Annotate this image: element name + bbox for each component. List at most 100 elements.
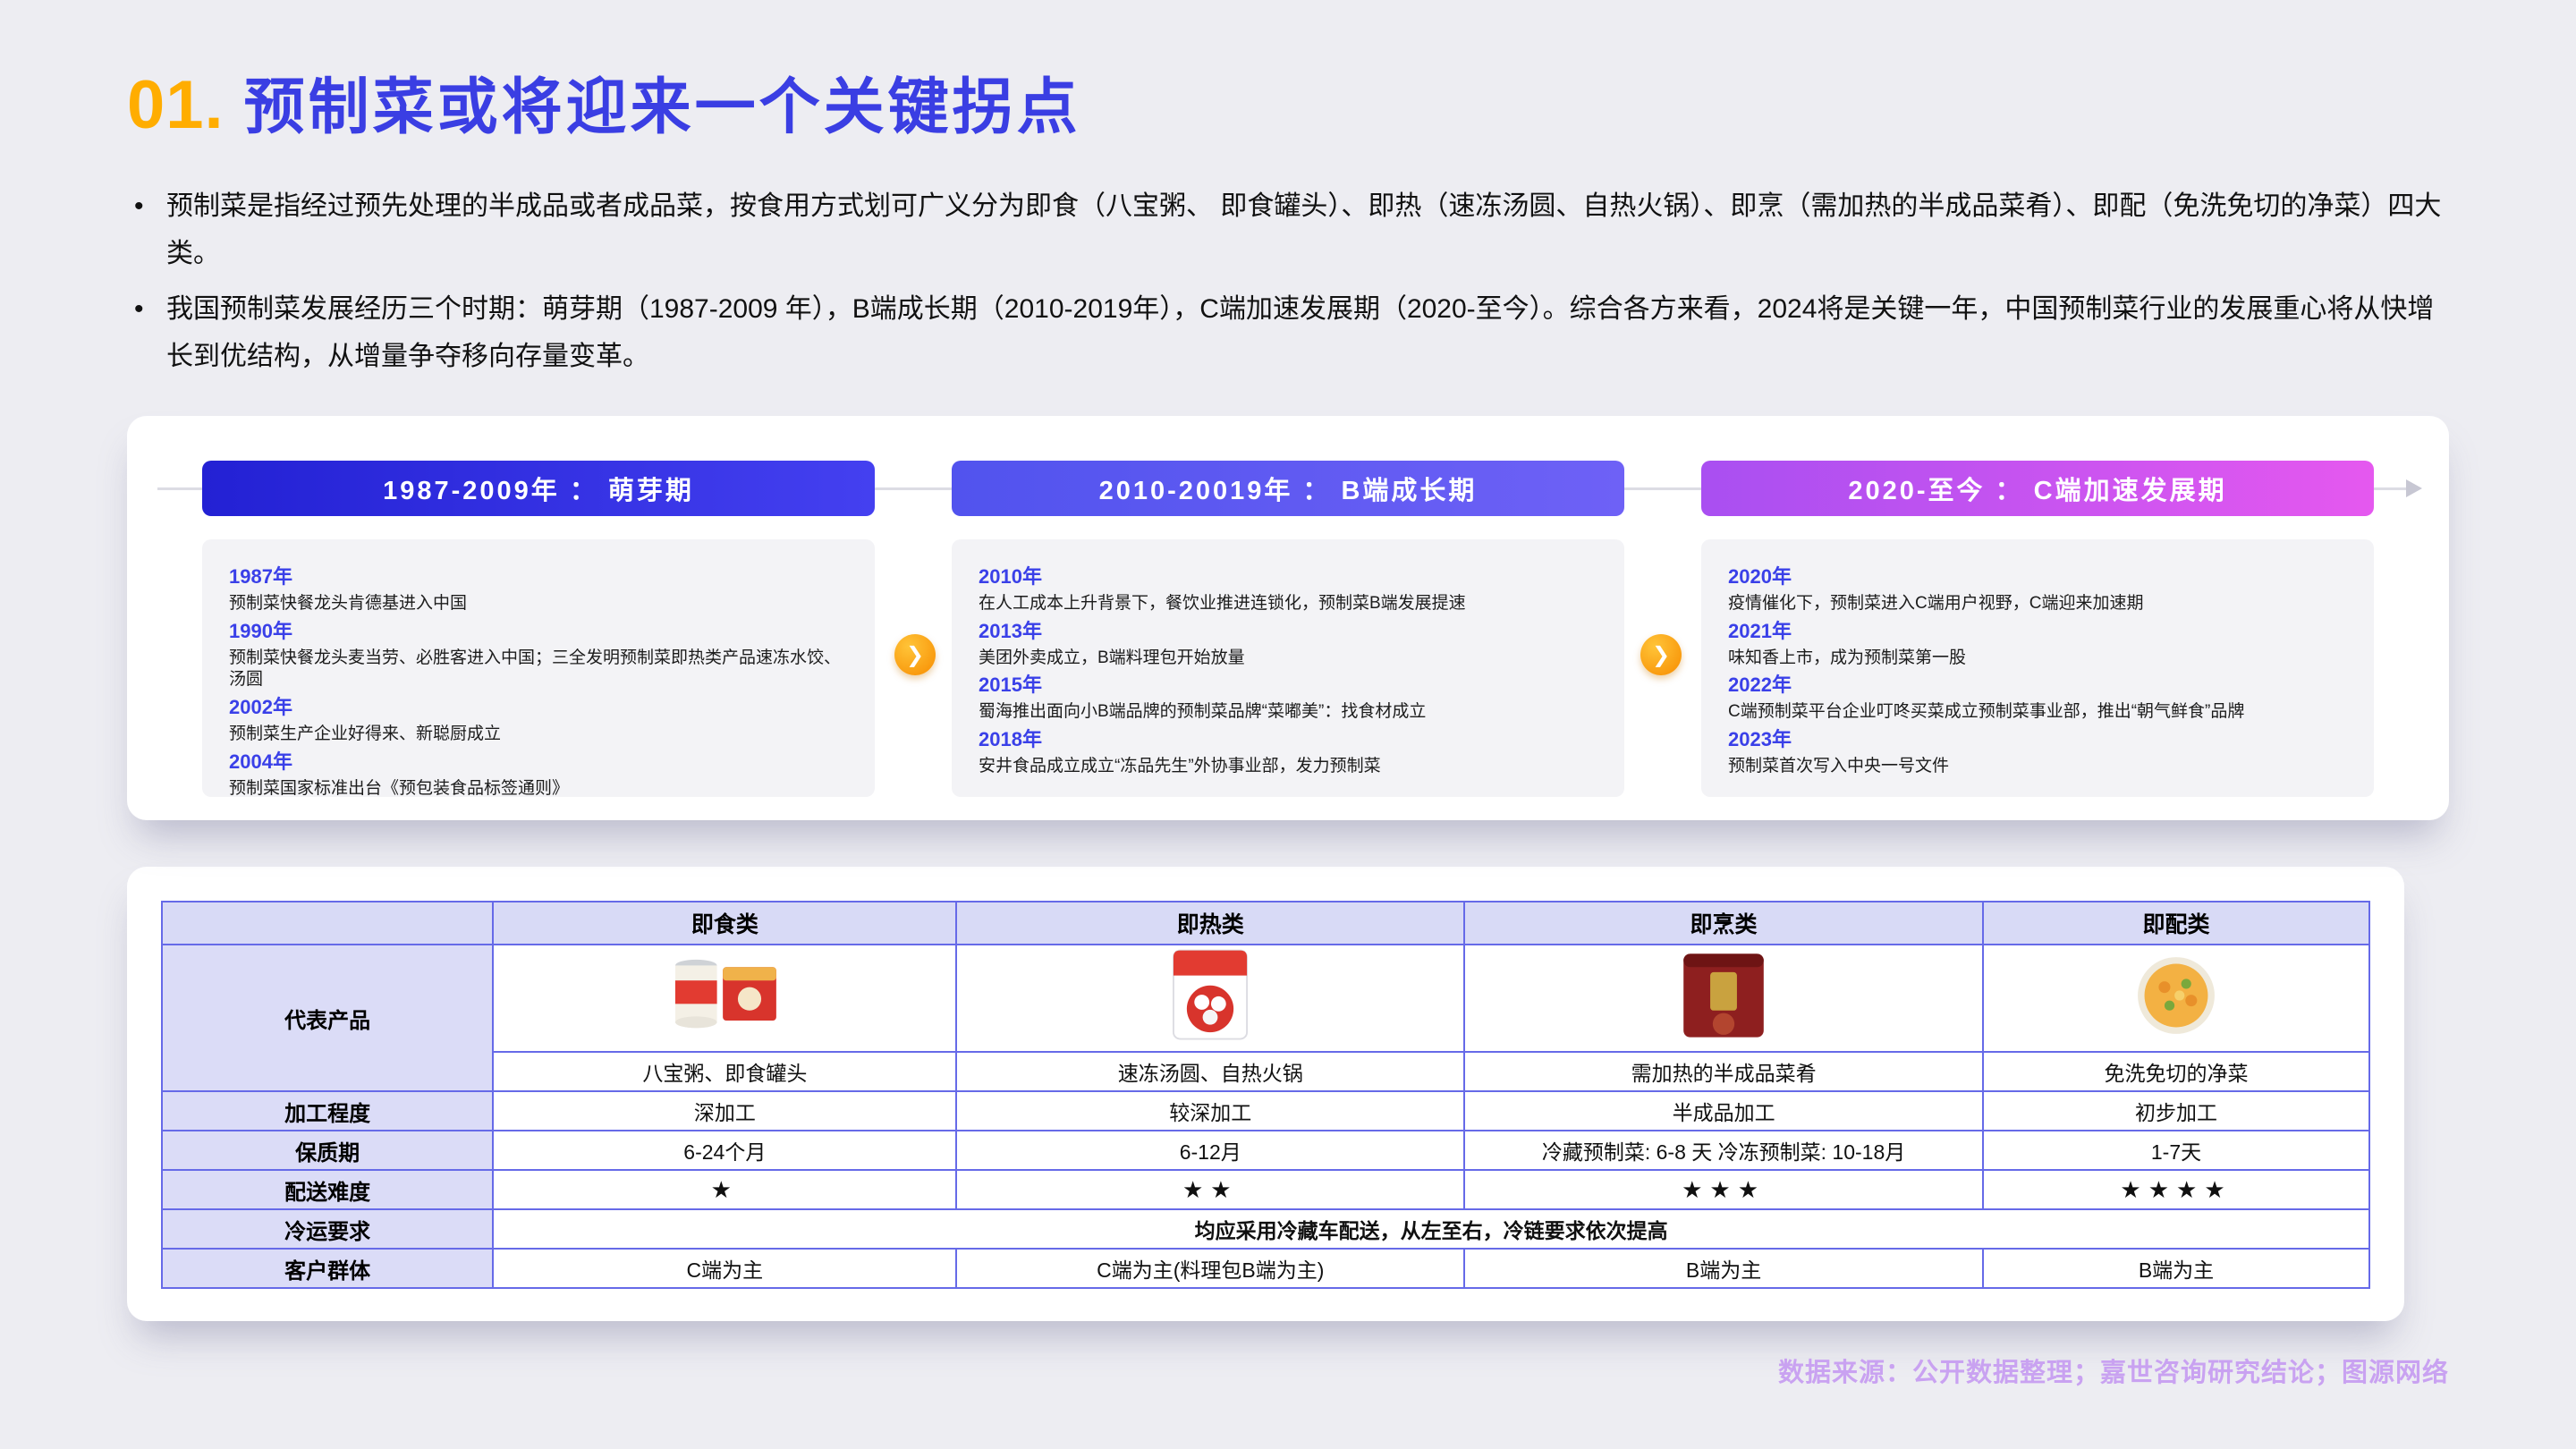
table-row-customers: 客户群体 C端为主 C端为主(料理包B端为主) B端为主 B端为主 <box>162 1249 2369 1288</box>
timeline-card: 1987-2009年 ： 萌芽期 1987年 预制菜快餐龙头肯德基进入中国 19… <box>127 416 2449 820</box>
event-year: 2002年 <box>229 691 848 720</box>
table-row-products: 代表产品 <box>162 945 2369 1052</box>
event-year: 2010年 <box>979 561 1597 589</box>
product-name: 速冻汤圆、自热火锅 <box>956 1052 1464 1091</box>
event-desc: 美团外卖成立，B端料理包开始放量 <box>979 648 1597 670</box>
table-row-delivery: 配送难度 ★ ★★ ★★★ ★★★★ <box>162 1170 2369 1209</box>
timeline-event: 2004年 预制菜国家标准出台《预包装食品标签通则》 <box>229 746 848 801</box>
phase-b-growth: 2010-20019年 ： B端成长期 2010年 在人工成本上升背景下，餐饮业… <box>952 461 1624 797</box>
timeline-event: 1990年 预制菜快餐龙头麦当劳、必胜客进入中国；三全发明预制菜即热类产品速冻水… <box>229 615 848 691</box>
event-year: 2004年 <box>229 746 848 775</box>
title-text: 预制菜或将迎来一个关键拐点 <box>244 57 1081 146</box>
delivery-stars: ★★★★ <box>1983 1170 2369 1209</box>
event-desc: 预制菜快餐龙头肯德基进入中国 <box>229 593 848 615</box>
phase-arrow-icon: ❯ <box>1640 634 1682 675</box>
timeline-event: 2015年 蜀海推出面向小B端品牌的预制菜品牌“菜嘟美”：找食材成立 <box>979 669 1597 724</box>
bullet-item: 我国预制菜发展经历三个时期：萌芽期（1987-2009 年），B端成长期（201… <box>127 286 2449 380</box>
slide: 01. 预制菜或将迎来一个关键拐点 预制菜是指经过预先处理的半成品或者成品菜，按… <box>0 0 2576 1449</box>
timeline-event: 2020年 疫情催化下，预制菜进入C端用户视野，C端迎来加速期 <box>1728 561 2347 615</box>
column-header: 即烹类 <box>1464 902 1983 945</box>
timeline-event: 2022年 C端预制菜平台企业叮咚买菜成立预制菜事业部，推出“朝气鲜食”品牌 <box>1728 669 2347 724</box>
timeline-event: 2021年 味知香上市，成为预制菜第一股 <box>1728 615 2347 670</box>
intro-bullets: 预制菜是指经过预先处理的半成品或者成品菜，按食用方式划可广义分为即食（八宝粥、 … <box>127 183 2449 380</box>
title-number: 01. <box>127 66 225 144</box>
event-desc: 预制菜快餐龙头麦当劳、必胜客进入中国；三全发明预制菜即热类产品速冻水饺、汤圆 <box>229 648 848 691</box>
data-source-note: 数据来源：公开数据整理；嘉世咨询研究结论；图源网络 <box>127 1352 2449 1389</box>
event-year: 2013年 <box>979 615 1597 644</box>
shelf-life-value: 冷藏预制菜: 6-8 天 冷冻预制菜: 10-18月 <box>1464 1131 1983 1170</box>
cold-chain-note: 均应采用冷藏车配送，从左至右，冷链要求依次提高 <box>493 1209 2369 1249</box>
processing-value: 较深加工 <box>956 1091 1464 1131</box>
event-desc: 在人工成本上升背景下，餐饮业推进连锁化，预制菜B端发展提速 <box>979 593 1597 615</box>
table-row-product-names: 八宝粥、即食罐头 速冻汤圆、自热火锅 需加热的半成品菜肴 免洗免切的净菜 <box>162 1052 2369 1091</box>
event-desc: 预制菜首次写入中央一号文件 <box>1728 756 2347 778</box>
table-corner-cell <box>162 902 493 945</box>
category-table-card: 即食类 即热类 即烹类 即配类 代表产品 <box>127 867 2404 1321</box>
event-desc: 味知香上市，成为预制菜第一股 <box>1728 648 2347 670</box>
event-desc: 疫情催化下，预制菜进入C端用户视野，C端迎来加速期 <box>1728 593 2347 615</box>
timeline-event: 2023年 预制菜首次写入中央一号文件 <box>1728 724 2347 778</box>
timeline-event: 1987年 预制菜快餐龙头肯德基进入中国 <box>229 561 848 615</box>
delivery-stars: ★★ <box>956 1170 1464 1209</box>
phase-sprout: 1987-2009年 ： 萌芽期 1987年 预制菜快餐龙头肯德基进入中国 19… <box>202 461 875 797</box>
event-desc: 蜀海推出面向小B端品牌的预制菜品牌“菜嘟美”：找食材成立 <box>979 701 1597 724</box>
column-header: 即食类 <box>493 902 956 945</box>
event-year: 2015年 <box>979 669 1597 698</box>
fresh-cut-vegetables-image <box>2105 945 2248 1046</box>
row-label: 保质期 <box>162 1131 493 1170</box>
category-table: 即食类 即热类 即烹类 即配类 代表产品 <box>161 901 2370 1289</box>
table-header-row: 即食类 即热类 即烹类 即配类 <box>162 902 2369 945</box>
frozen-tangyuan-image <box>1139 945 1282 1046</box>
event-year: 2021年 <box>1728 615 2347 644</box>
row-label: 客户群体 <box>162 1249 493 1288</box>
timeline-event: 2010年 在人工成本上升背景下，餐饮业推进连锁化，预制菜B端发展提速 <box>979 561 1597 615</box>
timeline-event: 2002年 预制菜生产企业好得来、新聪厨成立 <box>229 691 848 746</box>
column-header: 即配类 <box>1983 902 2369 945</box>
phase-c-acceleration: 2020-至今 ： C端加速发展期 2020年 疫情催化下，预制菜进入C端用户视… <box>1701 461 2374 797</box>
phase-header: 2010-20019年 ： B端成长期 <box>952 461 1624 516</box>
row-label: 加工程度 <box>162 1091 493 1131</box>
semi-finished-dish-image <box>1652 945 1795 1046</box>
product-image-instant-cook <box>1464 945 1983 1052</box>
product-name: 八宝粥、即食罐头 <box>493 1052 956 1091</box>
delivery-stars: ★★★ <box>1464 1170 1983 1209</box>
product-name: 需加热的半成品菜肴 <box>1464 1052 1983 1091</box>
phase-body: 2010年 在人工成本上升背景下，餐饮业推进连锁化，预制菜B端发展提速 2013… <box>952 539 1624 797</box>
table-row-cold-chain: 冷运要求 均应采用冷藏车配送，从左至右，冷链要求依次提高 <box>162 1209 2369 1249</box>
table-row-shelf-life: 保质期 6-24个月 6-12月 冷藏预制菜: 6-8 天 冷冻预制菜: 10-… <box>162 1131 2369 1170</box>
shelf-life-value: 1-7天 <box>1983 1131 2369 1170</box>
column-header: 即热类 <box>956 902 1464 945</box>
timeline-phases: 1987-2009年 ： 萌芽期 1987年 预制菜快餐龙头肯德基进入中国 19… <box>202 461 2374 797</box>
bullet-item: 预制菜是指经过预先处理的半成品或者成品菜，按食用方式划可广义分为即食（八宝粥、 … <box>127 183 2449 277</box>
customer-value: B端为主 <box>1464 1249 1983 1288</box>
phase-body: 2020年 疫情催化下，预制菜进入C端用户视野，C端迎来加速期 2021年 味知… <box>1701 539 2374 797</box>
product-image-instant-eat <box>493 945 956 1052</box>
event-year: 2022年 <box>1728 669 2347 698</box>
event-desc: 预制菜国家标准出台《预包装食品标签通则》 <box>229 778 848 801</box>
customer-value: B端为主 <box>1983 1249 2369 1288</box>
delivery-stars: ★ <box>493 1170 956 1209</box>
processing-value: 初步加工 <box>1983 1091 2369 1131</box>
event-desc: C端预制菜平台企业叮咚买菜成立预制菜事业部，推出“朝气鲜食”品牌 <box>1728 701 2347 724</box>
event-desc: 预制菜生产企业好得来、新聪厨成立 <box>229 724 848 746</box>
phase-header: 1987-2009年 ： 萌芽期 <box>202 461 875 516</box>
event-year: 1990年 <box>229 615 848 644</box>
event-year: 1987年 <box>229 561 848 589</box>
product-image-instant-prep <box>1983 945 2369 1052</box>
shelf-life-value: 6-12月 <box>956 1131 1464 1170</box>
customer-value: C端为主 <box>493 1249 956 1288</box>
processing-value: 半成品加工 <box>1464 1091 1983 1131</box>
event-year: 2023年 <box>1728 724 2347 752</box>
phase-body: 1987年 预制菜快餐龙头肯德基进入中国 1990年 预制菜快餐龙头麦当劳、必胜… <box>202 539 875 797</box>
customer-value: C端为主(料理包B端为主) <box>956 1249 1464 1288</box>
product-name: 免洗免切的净菜 <box>1983 1052 2369 1091</box>
event-year: 2020年 <box>1728 561 2347 589</box>
row-label: 冷运要求 <box>162 1209 493 1249</box>
timeline-event: 2013年 美团外卖成立，B端料理包开始放量 <box>979 615 1597 670</box>
event-year: 2018年 <box>979 724 1597 752</box>
canned-porridge-image <box>653 945 796 1046</box>
phase-header: 2020-至今 ： C端加速发展期 <box>1701 461 2374 516</box>
row-label: 代表产品 <box>162 945 493 1091</box>
phase-arrow-icon: ❯ <box>894 634 936 675</box>
timeline-event: 2018年 安井食品成立成立“冻品先生”外协事业部，发力预制菜 <box>979 724 1597 778</box>
